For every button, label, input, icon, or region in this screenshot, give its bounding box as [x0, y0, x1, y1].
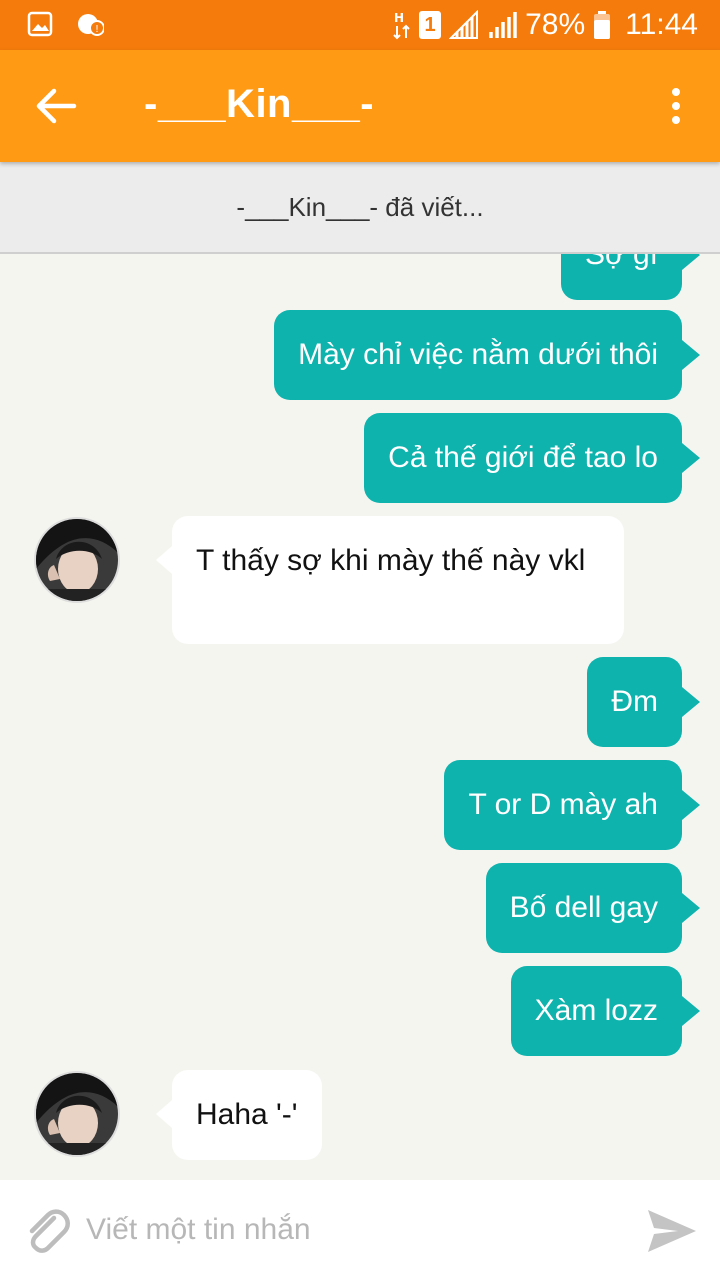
outgoing-message[interactable]: Xàm lozz [510, 966, 701, 1056]
message-text: Haha '-' [196, 1098, 298, 1131]
outgoing-message[interactable]: Mày chỉ việc nằm dưới thôi [274, 310, 700, 400]
sim-indicator: 1 [419, 11, 442, 39]
incoming-message[interactable]: T thấy sợ khi mày thế này vkl [156, 516, 624, 644]
message-text: Đm [611, 685, 658, 718]
conversation-title[interactable]: -___Kin___- [144, 82, 374, 127]
outgoing-message[interactable]: Cả thế giới để tao lo [364, 413, 700, 503]
more-options-icon[interactable] [666, 86, 686, 126]
contact-photo [36, 519, 118, 601]
clock: 11:44 [625, 8, 698, 41]
message-list[interactable]: Sợ gì Mày chỉ việc nằm dưới thôi Cả thế … [0, 254, 720, 1180]
battery-icon [594, 11, 611, 39]
typing-status-text: -___Kin___- đã viết... [236, 191, 484, 222]
battery-percent: 78% [525, 8, 586, 41]
signal-sim2-icon [489, 12, 517, 38]
outgoing-message[interactable]: Đm [587, 657, 700, 747]
message-text: Cả thế giới để tao lo [388, 441, 658, 474]
message-text: T or D mày ah [468, 788, 658, 821]
outgoing-message[interactable]: Bố dell gay [485, 863, 701, 953]
message-text: T thấy sợ khi mày thế này vkl [196, 544, 586, 577]
typing-indicator: -___Kin___- đã viết... [0, 162, 720, 254]
message-composer [0, 1180, 720, 1280]
message-text: Bố dell gay [509, 891, 658, 924]
outgoing-message[interactable]: Sợ gì [560, 254, 701, 300]
gallery-notification-icon [27, 11, 53, 37]
message-text: Mày chỉ việc nằm dưới thôi [298, 338, 658, 371]
avatar[interactable] [34, 1071, 120, 1157]
svg-text:!: ! [95, 24, 99, 35]
contact-photo [36, 1073, 118, 1155]
back-arrow-icon[interactable] [34, 86, 78, 126]
data-transfer-icon: H [393, 11, 410, 40]
paperclip-icon[interactable] [20, 1206, 72, 1258]
send-icon[interactable] [644, 1204, 698, 1258]
signal-sim1-icon [449, 10, 479, 39]
incoming-message[interactable]: Haha '-' [156, 1070, 322, 1160]
message-text: Sợ gì [584, 254, 658, 271]
outgoing-message[interactable]: T or D mày ah [444, 760, 700, 850]
app-bar: -___Kin___- [0, 50, 720, 162]
svg-text:H: H [394, 11, 404, 25]
messenger-notification-icon: ! [78, 14, 104, 36]
message-input[interactable] [86, 1202, 616, 1258]
message-text: Xàm lozz [534, 994, 658, 1027]
avatar[interactable] [34, 517, 120, 603]
status-bar: ! H 1 78% 11:44 [0, 0, 720, 50]
